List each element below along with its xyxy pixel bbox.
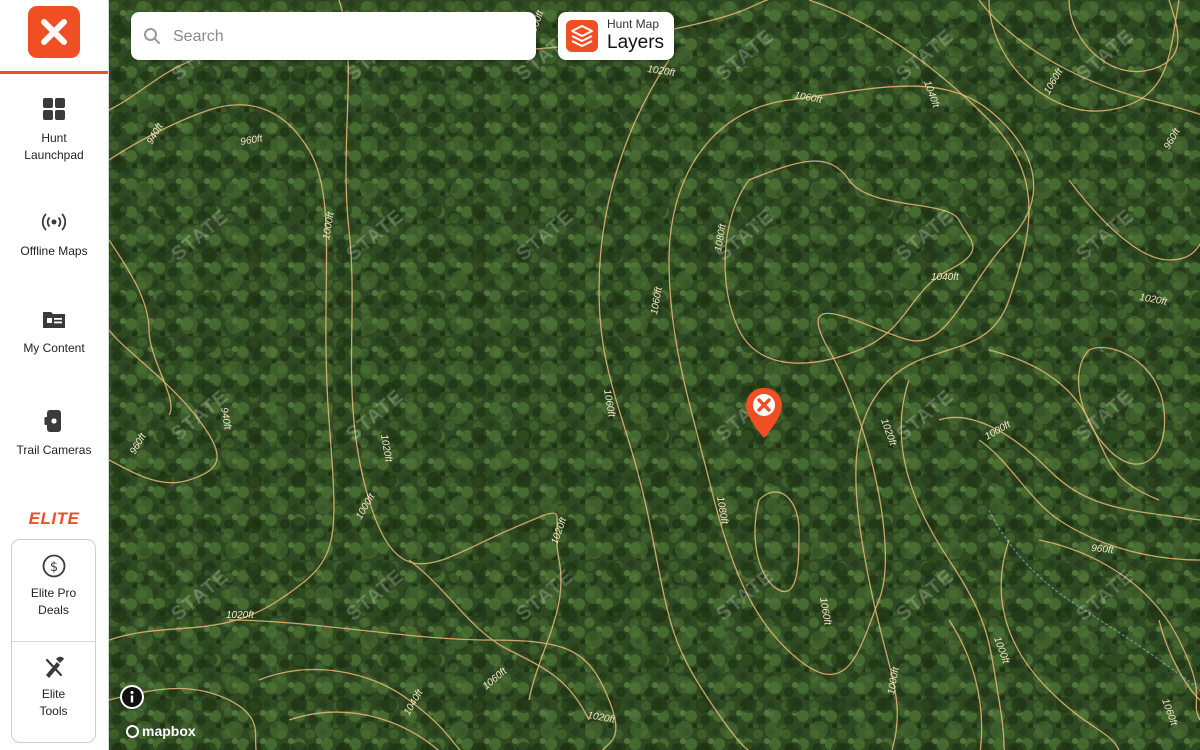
- sidebar-item-my-content[interactable]: My Content: [0, 306, 108, 357]
- sidebar-item-trail-cameras[interactable]: Trail Cameras: [0, 408, 108, 459]
- search-icon: [144, 28, 160, 44]
- elite-panel: $ Elite Pro Deals Elite Tools: [11, 539, 96, 743]
- broadcast-icon: [41, 213, 67, 231]
- layers-title: Layers: [607, 32, 665, 53]
- pin-icon: [746, 388, 782, 438]
- sidebar-item-label: Offline Maps: [20, 244, 88, 258]
- elite-heading: ELITE: [28, 509, 80, 528]
- sidebar-item-label: Trail Cameras: [16, 443, 92, 457]
- camera-icon: [44, 410, 61, 432]
- mapbox-wordmark: mapbox: [142, 723, 196, 739]
- sidebar: Hunt Launchpad Offline Maps My Content T…: [0, 0, 109, 750]
- layers-subtitle: Hunt Map: [607, 17, 660, 31]
- info-icon: [122, 687, 142, 707]
- grid-icon: [43, 98, 65, 120]
- search-bar[interactable]: [131, 12, 536, 60]
- layers-button[interactable]: Hunt Map Layers: [558, 12, 674, 60]
- logo-area: [0, 0, 108, 74]
- mapbox-logo[interactable]: mapbox: [126, 723, 196, 739]
- sidebar-item-offline-maps[interactable]: Offline Maps: [0, 209, 108, 260]
- content-folder-icon: [43, 312, 65, 328]
- layers-icon: [566, 20, 598, 52]
- sidebar-item-hunt-launchpad[interactable]: Hunt Launchpad: [0, 96, 108, 164]
- sidebar-item-label: Hunt Launchpad: [24, 131, 84, 162]
- elite-item-pro-deals[interactable]: $ Elite Pro Deals: [12, 553, 95, 619]
- info-button[interactable]: [120, 685, 144, 709]
- map-pin-marker[interactable]: [744, 386, 784, 440]
- divider: [12, 641, 95, 642]
- close-x-logo-icon: [41, 19, 67, 45]
- tools-icon: [45, 656, 64, 678]
- map-canvas[interactable]: STATE STATE STATE STATE STATE STATE STATE STATE…: [109, 0, 1200, 750]
- search-input[interactable]: [171, 22, 515, 52]
- svg-text:$: $: [49, 560, 57, 575]
- sidebar-item-label: My Content: [23, 341, 85, 355]
- contour-elevation-label: 1040ft: [931, 272, 960, 283]
- mapbox-icon: [126, 725, 139, 738]
- dollar-circle-icon: $: [42, 554, 65, 578]
- elite-item-label: Elite Pro Deals: [30, 586, 77, 617]
- satellite-topo-map: STATE STATE STATE STATESTATE STATE STATE STATE…: [109, 0, 1200, 750]
- elite-item-tools[interactable]: Elite Tools: [12, 654, 95, 720]
- contour-elevation-label: 1020ft: [226, 610, 255, 621]
- app-logo[interactable]: [28, 6, 80, 58]
- elite-item-label: Elite Tools: [39, 687, 68, 718]
- contour-elevation-label: 960ft: [1091, 543, 1115, 556]
